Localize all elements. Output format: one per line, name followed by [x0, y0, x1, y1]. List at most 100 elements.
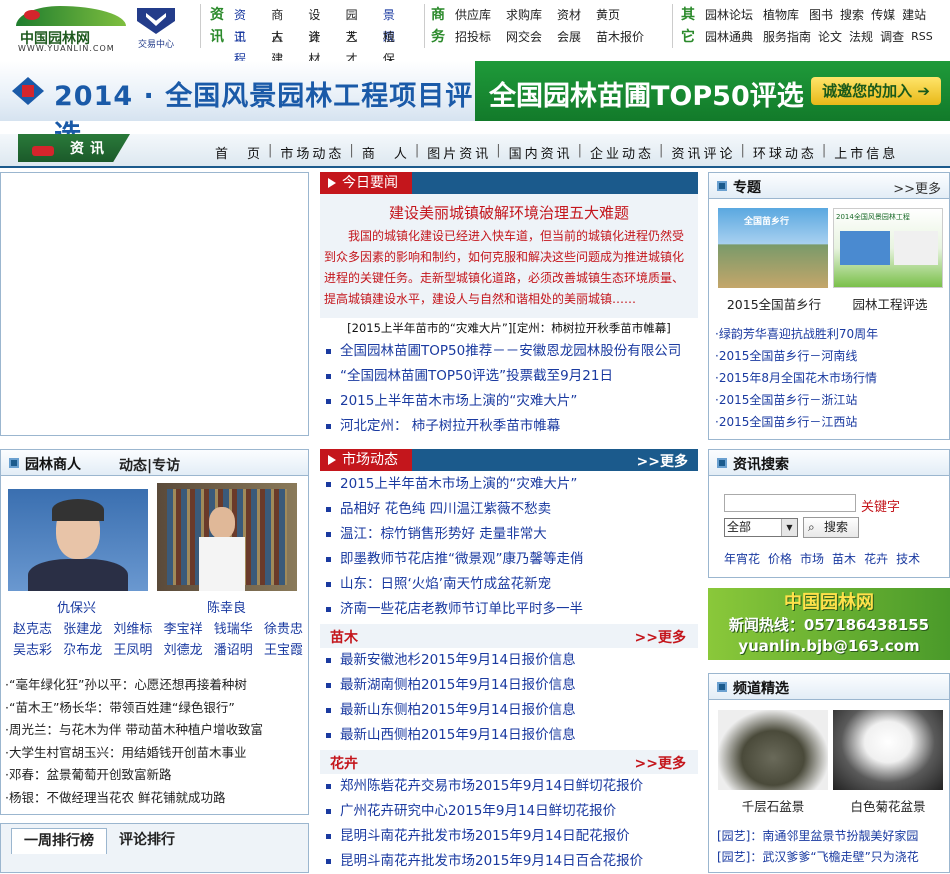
- tag-link[interactable]: 年宵花: [724, 550, 760, 567]
- merchant-name[interactable]: 李宝祥: [164, 618, 203, 637]
- special-title[interactable]: 专题: [733, 177, 761, 197]
- merchant-name[interactable]: 吴志彩: [13, 639, 52, 658]
- list-item[interactable]: 最新山西侧柏2015年9月14日报价信息: [320, 723, 698, 748]
- tag-link[interactable]: 技术: [896, 550, 920, 567]
- thumb-caption[interactable]: 千层石盆景: [718, 796, 828, 815]
- search-input[interactable]: [724, 494, 856, 512]
- header-link[interactable]: 资材: [557, 4, 581, 26]
- list-item[interactable]: ·2015全国苗乡行－河南线: [715, 345, 878, 367]
- header-link[interactable]: 法规: [849, 26, 873, 48]
- header-link[interactable]: 招投标: [455, 26, 491, 48]
- list-item[interactable]: 2015上半年苗木市场上演的“灾难大片”: [320, 472, 698, 497]
- header-link[interactable]: 网交会: [506, 26, 542, 48]
- tag-link[interactable]: 花卉: [864, 550, 888, 567]
- nav-item[interactable]: 上市信息: [831, 143, 901, 162]
- list-item[interactable]: 温江：棕竹销售形势好 走量非常大: [320, 522, 698, 547]
- header-link[interactable]: 传媒: [871, 4, 895, 26]
- market-label[interactable]: 市场动态: [320, 449, 412, 471]
- header-link[interactable]: 园林通典: [705, 26, 753, 48]
- search-button[interactable]: ⌕ 搜索: [803, 517, 859, 538]
- merchants-title[interactable]: 园林商人: [25, 454, 81, 474]
- list-item[interactable]: 广州花卉研究中心2015年9月14日鲜切花报价: [320, 799, 698, 824]
- list-item[interactable]: ·2015全国苗乡行－浙江站: [715, 389, 878, 411]
- header-link[interactable]: 苗木报价: [596, 26, 644, 48]
- list-item[interactable]: 最新安徽池杉2015年9月14日报价信息: [320, 648, 698, 673]
- header-link[interactable]: 供应库: [455, 4, 491, 26]
- list-item[interactable]: 全国园林苗圃TOP50推荐－－安徽恩龙园林股份有限公司: [320, 339, 698, 364]
- nav-item[interactable]: 企业动态: [587, 143, 657, 162]
- channel-thumb[interactable]: [718, 710, 828, 790]
- nav-item[interactable]: 图片资讯: [424, 143, 494, 162]
- list-item[interactable]: 2015上半年苗木市场上演的“灾难大片”: [320, 389, 698, 414]
- list-item[interactable]: 即墨教师节花店推“微景观”康乃馨等走俏: [320, 547, 698, 572]
- category-select[interactable]: 全部 ▼: [724, 518, 798, 537]
- list-item[interactable]: ·邓春：盆景葡萄开创致富新路: [5, 764, 305, 787]
- header-link[interactable]: 会展: [557, 26, 581, 48]
- list-item[interactable]: ·2015年8月全国花木市场行情: [715, 367, 878, 389]
- list-item[interactable]: 最新湖南侧柏2015年9月14日报价信息: [320, 673, 698, 698]
- header-link[interactable]: 调查: [880, 26, 904, 48]
- person-photo[interactable]: [157, 483, 297, 591]
- header-link[interactable]: 论文: [818, 26, 842, 48]
- site-logo[interactable]: 中国园林网 WWW.YUANLIN.COM: [14, 4, 129, 53]
- list-item[interactable]: 郑州陈砦花卉交易市场2015年9月14日鲜切花报价: [320, 774, 698, 799]
- header-link[interactable]: 黄页: [596, 4, 620, 26]
- header-link[interactable]: 服务指南: [763, 26, 811, 48]
- more-link[interactable]: >>更多: [635, 753, 686, 773]
- merchants-tabs[interactable]: 动态|专访: [119, 455, 180, 475]
- headline[interactable]: 建设美丽城镇破解环境治理五大难题: [320, 202, 698, 223]
- banner-left[interactable]: 2014 · 全国风景园林工程项目评选: [0, 61, 475, 151]
- tab-comment-ranking[interactable]: 评论排行: [119, 829, 175, 849]
- list-item[interactable]: [园艺]：南通邻里盆景节扮靓美好家园: [717, 826, 947, 847]
- tab-weekly-ranking[interactable]: 一周排行榜: [11, 828, 107, 854]
- header-link[interactable]: 求购库: [506, 4, 542, 26]
- list-item[interactable]: 济南一些花店老教师节订单比平时多一半: [320, 597, 698, 622]
- merchant-name[interactable]: 钱瑞华: [214, 618, 253, 637]
- flower-title[interactable]: 花卉: [330, 753, 358, 773]
- merchant-name[interactable]: 刘德龙: [164, 639, 203, 658]
- nav-item[interactable]: 资讯评论: [668, 143, 738, 162]
- nav-item[interactable]: 首 页: [212, 143, 266, 162]
- merchant-name[interactable]: 张建龙: [63, 618, 102, 637]
- merchant-name[interactable]: 尕布龙: [63, 639, 102, 658]
- nav-tab-news[interactable]: 资讯: [18, 134, 130, 162]
- seedling-title[interactable]: 苗木: [330, 627, 358, 647]
- nav-item[interactable]: 商 人: [359, 143, 413, 162]
- header-link[interactable]: 园林论坛: [705, 4, 753, 26]
- more-link[interactable]: >>更多: [637, 451, 688, 471]
- rss-link[interactable]: RSS: [911, 26, 933, 48]
- merchant-name[interactable]: 徐贵忠: [264, 618, 303, 637]
- header-link[interactable]: 建站: [902, 4, 926, 26]
- list-item[interactable]: 河北定州： 柿子树拉开秋季苗市帷幕: [320, 414, 698, 439]
- nav-item[interactable]: 市场动态: [277, 143, 347, 162]
- slideshow-area[interactable]: [0, 172, 309, 436]
- list-item[interactable]: ·“苗木王”杨长华：带领百姓建“绿色银行”: [5, 697, 305, 720]
- person-photo[interactable]: [8, 489, 148, 591]
- list-item[interactable]: 昆明斗南花卉批发市场2015年9月14日百合花报价: [320, 849, 698, 874]
- thumb-caption[interactable]: 园林工程评选: [837, 294, 943, 313]
- header-link[interactable]: 植物库: [763, 4, 799, 26]
- thumb-caption[interactable]: 2015全国苗乡行: [721, 294, 827, 313]
- special-thumb[interactable]: 2014全国风景园林工程: [833, 208, 943, 288]
- special-thumb[interactable]: 全国苗乡行: [718, 208, 828, 288]
- person-name[interactable]: 陈幸良: [207, 597, 246, 616]
- thumb-caption[interactable]: 白色菊花盆景: [833, 796, 943, 815]
- tag-link[interactable]: 价格: [768, 550, 792, 567]
- trade-center-logo[interactable]: 交易中心: [133, 8, 179, 50]
- list-item[interactable]: [园艺]：武汉爹爹“飞檐走壁”只为浇花: [717, 847, 947, 868]
- merchant-name[interactable]: 赵克志: [13, 618, 52, 637]
- nav-item[interactable]: 国内资讯: [506, 143, 576, 162]
- join-button[interactable]: 诚邀您的加入 ➔: [811, 77, 941, 105]
- merchant-name[interactable]: 王宝霞: [264, 639, 303, 658]
- banner-right[interactable]: 全国园林苗圃TOP50评选 诚邀您的加入 ➔: [475, 61, 950, 121]
- merchant-name[interactable]: 潘诏明: [214, 639, 253, 658]
- more-link[interactable]: >>更多: [893, 178, 941, 197]
- tag-link[interactable]: 市场: [800, 550, 824, 567]
- channel-thumb[interactable]: [833, 710, 943, 790]
- list-item[interactable]: ·杨银：不做经理当花农 鲜花铺就成功路: [5, 787, 305, 810]
- list-item[interactable]: “全国园林苗圃TOP50评选”投票截至9月21日: [320, 364, 698, 389]
- list-item[interactable]: ·周光兰：与花木为伴 带动苗木种植户增收致富: [5, 719, 305, 742]
- list-item[interactable]: 山东：日照‘火焰’南天竹成盆花新宠: [320, 572, 698, 597]
- list-item[interactable]: 最新山东侧柏2015年9月14日报价信息: [320, 698, 698, 723]
- more-link[interactable]: >>更多: [635, 627, 686, 647]
